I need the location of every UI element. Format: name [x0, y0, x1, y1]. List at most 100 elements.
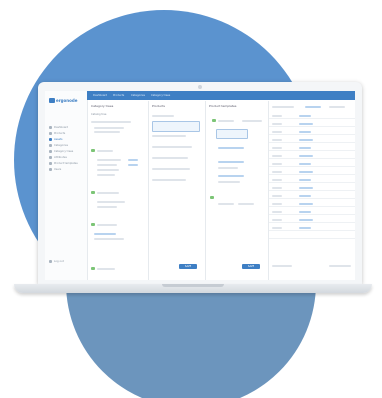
status-badge [91, 191, 95, 194]
text-line [97, 268, 115, 270]
pagination[interactable] [329, 265, 351, 267]
sidebar-item-category-trees[interactable]: Category trees [49, 149, 83, 154]
sidebar-item-label: Products [54, 132, 66, 135]
text-line [272, 147, 282, 149]
attributes-icon [49, 156, 52, 159]
text-line [272, 195, 282, 197]
text-line [152, 115, 174, 117]
text-line [152, 146, 192, 148]
sidebar-item-logout[interactable]: Log out [49, 259, 83, 264]
text-line [272, 106, 294, 108]
text-line [97, 206, 117, 208]
text-line [152, 135, 186, 137]
text-line [218, 147, 244, 149]
text-line [272, 219, 282, 221]
text-line [97, 159, 121, 161]
text-line [299, 171, 313, 173]
text-line [299, 219, 313, 221]
save-button[interactable]: SAVE [179, 264, 197, 269]
sidebar-item-label: Attributes [54, 156, 67, 159]
status-badge [91, 267, 95, 270]
webcam-icon [198, 85, 202, 89]
text-line [299, 195, 311, 197]
sidebar-item-products[interactable]: Products [49, 131, 83, 136]
sidebar-item-assets[interactable]: Assets [49, 137, 83, 142]
sidebar-item-dashboard[interactable]: Dashboard [49, 125, 83, 130]
sidebar-item-label: Assets [54, 138, 63, 141]
text-line [299, 147, 311, 149]
selected-item[interactable] [152, 121, 200, 132]
text-line [218, 203, 234, 205]
status-badge [91, 223, 95, 226]
status-badge [210, 196, 214, 199]
text-line [299, 227, 311, 229]
text-line [272, 123, 282, 125]
text-line [272, 227, 282, 229]
sidebar-item-label: Category trees [54, 150, 74, 153]
selected-item[interactable] [216, 129, 248, 139]
text-line [272, 131, 282, 133]
sidebar-item-label: Log out [54, 260, 64, 263]
text-line [299, 139, 313, 141]
template-icon [49, 162, 52, 165]
text-line [299, 115, 311, 117]
laptop-notch [162, 284, 224, 287]
text-line [152, 168, 190, 170]
panel-category-trees: Category trees Catalog tree [88, 101, 149, 280]
topbar-link[interactable]: Categories [131, 94, 145, 97]
logo-icon [49, 98, 55, 103]
table-row[interactable] [269, 231, 355, 239]
panel-product-templates: Product templates SAVE [206, 101, 269, 280]
panel-subtitle: Catalog tree [91, 113, 107, 116]
text-line [97, 224, 117, 226]
status-badge [91, 149, 95, 152]
text-line [272, 115, 282, 117]
text-line [272, 139, 282, 141]
sidebar-item-label: Dashboard [54, 126, 69, 129]
text-line [152, 179, 186, 181]
topbar-link[interactable]: Category trees [151, 94, 170, 97]
laptop-lid: ergonode Dashboard Products Assets Categ… [38, 82, 362, 284]
logo-text: ergonode [56, 98, 78, 103]
panel-title: Product templates [209, 104, 237, 108]
save-button-label: SAVE [247, 265, 255, 268]
text-line [272, 179, 282, 181]
text-line [218, 175, 244, 177]
sidebar-item-attributes[interactable]: Attributes [49, 155, 83, 160]
text-line [97, 150, 113, 152]
text-line [97, 169, 119, 171]
text-line [299, 211, 311, 213]
sidebar-item-label: Categories [54, 144, 68, 147]
categories-icon [49, 144, 52, 147]
sidebar-item-templates[interactable]: Product templates [49, 161, 83, 166]
top-bar: Dashboard Products Categories Category t… [87, 91, 355, 100]
text-line [94, 238, 124, 240]
text-line [238, 203, 254, 205]
tree-icon [49, 150, 52, 153]
text-line [272, 155, 282, 157]
text-line [97, 192, 119, 194]
text-line [299, 123, 313, 125]
text-line [128, 164, 138, 166]
pagination[interactable] [272, 265, 292, 267]
users-icon [49, 168, 52, 171]
text-line [128, 159, 138, 161]
panel-products: Products SAVE [149, 101, 206, 280]
illustration: ergonode Dashboard Products Assets Categ… [0, 0, 382, 398]
laptop-screen: ergonode Dashboard Products Assets Categ… [45, 91, 355, 280]
text-line [272, 163, 282, 165]
assets-icon [49, 138, 52, 141]
text-line [152, 157, 188, 159]
text-line [299, 203, 313, 205]
topbar-link[interactable]: Dashboard [93, 94, 107, 97]
logout-icon [49, 260, 52, 263]
sidebar-item-categories[interactable]: Categories [49, 143, 83, 148]
sidebar-item-users[interactable]: Users [49, 167, 83, 172]
panel-title: Products [152, 104, 165, 108]
text-line [218, 120, 234, 122]
text-line [299, 187, 313, 189]
save-button[interactable]: SAVE [242, 264, 260, 269]
text-line [272, 211, 282, 213]
topbar-link[interactable]: Products [113, 94, 124, 97]
text-line [299, 131, 311, 133]
